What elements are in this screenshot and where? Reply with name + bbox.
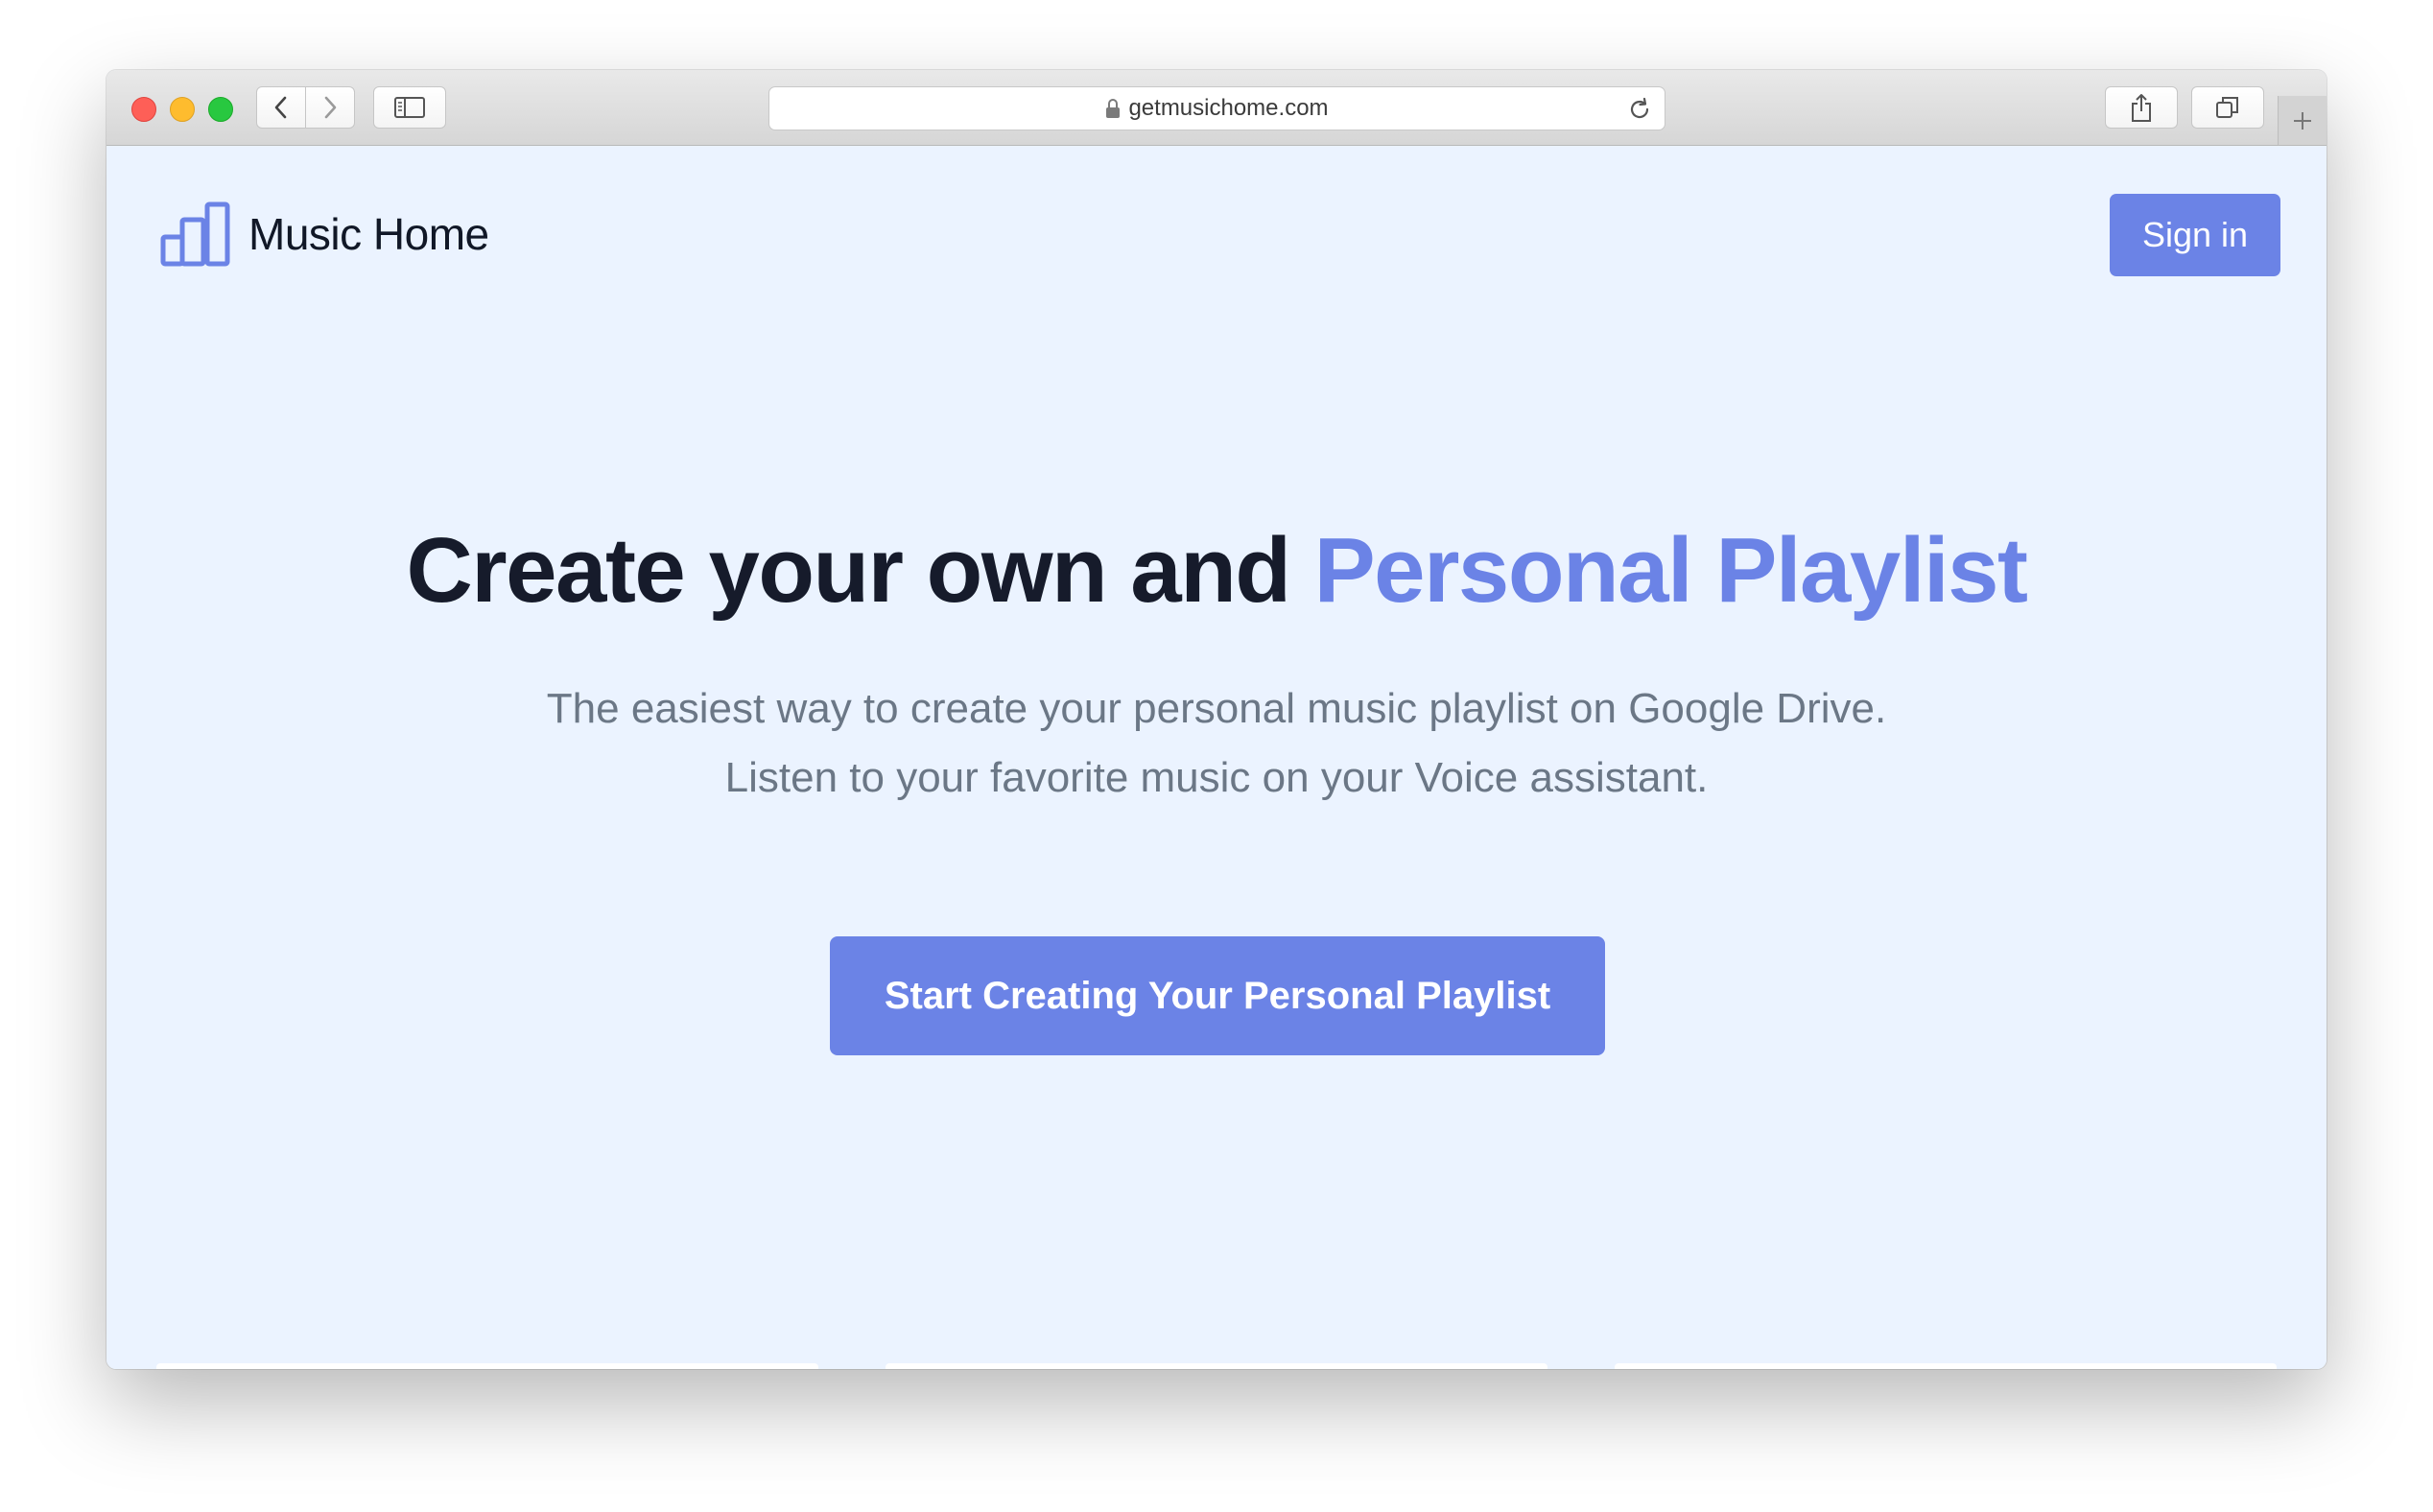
tabs-icon — [2216, 97, 2238, 118]
lock-icon — [1106, 99, 1121, 118]
browser-toolbar: getmusichome.com — [106, 70, 2327, 146]
address-bar[interactable]: getmusichome.com — [768, 86, 1665, 130]
url-text: getmusichome.com — [1128, 95, 1329, 121]
hero-subtitle-line-1: The easiest way to create your personal … — [546, 685, 1887, 732]
close-window-button[interactable] — [131, 97, 156, 122]
start-creating-playlist-button[interactable]: Start Creating Your Personal Playlist — [830, 936, 1605, 1055]
share-icon — [2132, 94, 2151, 122]
brand-name: Music Home — [248, 209, 489, 259]
sidebar-icon — [394, 97, 425, 118]
sidebar-toggle-button[interactable] — [373, 86, 446, 129]
new-tab-button[interactable] — [2278, 96, 2327, 145]
hero-title-accent: Personal Playlist — [1313, 519, 2028, 622]
sign-in-button[interactable]: Sign in — [2110, 194, 2280, 276]
tab-overview-button[interactable] — [2191, 86, 2264, 129]
hero-subtitle: The easiest way to create your personal … — [106, 674, 2327, 813]
page-content: Music Home Sign in Create your own and P… — [106, 146, 2327, 1369]
share-button[interactable] — [2105, 86, 2178, 129]
minimize-window-button[interactable] — [170, 97, 195, 122]
brand-logo-link[interactable]: Music Home — [160, 201, 489, 267]
back-icon — [274, 96, 287, 119]
feature-card — [1615, 1363, 2277, 1369]
plus-icon — [2294, 111, 2311, 130]
bar-chart-logo-icon — [160, 201, 230, 267]
reload-icon[interactable] — [1626, 96, 1653, 123]
hero-title: Create your own and Personal Playlist — [106, 520, 2327, 622]
hero-subtitle-line-2: Listen to your favorite music on your Vo… — [724, 754, 1709, 801]
feature-card — [156, 1363, 818, 1369]
browser-window: getmusichome.com Music Home Sign in Crea… — [106, 70, 2327, 1369]
forward-icon — [324, 96, 337, 119]
zoom-window-button[interactable] — [208, 97, 233, 122]
back-button[interactable] — [256, 86, 306, 129]
feature-card — [886, 1363, 1547, 1369]
forward-button[interactable] — [305, 86, 355, 129]
hero-title-plain: Create your own and — [406, 519, 1314, 622]
